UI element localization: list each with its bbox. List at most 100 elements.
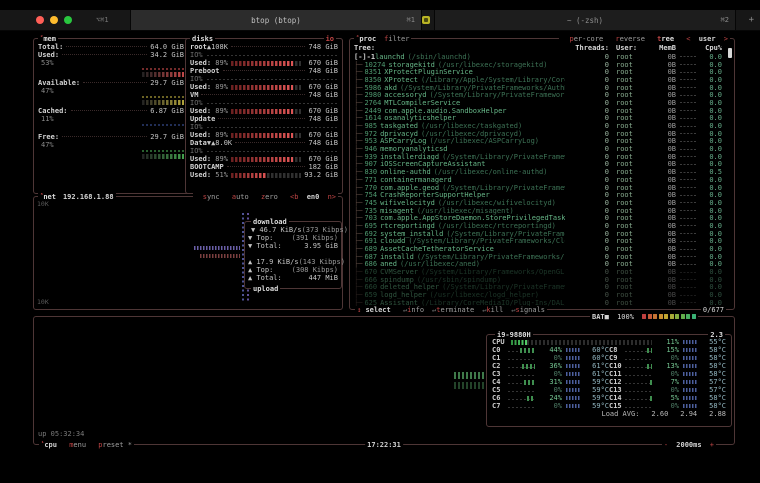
core-temp: 59°C [581,394,609,402]
process-row[interactable]: ├─ 10274storagekitd(/usr/libexec/storage… [354,61,731,69]
process-row[interactable]: ├─ 8351XProtectPluginService0root0B0.0 [354,68,731,76]
process-row[interactable]: ├─ 939installerdiagd(/System/Library/Pri… [354,153,731,161]
process-row[interactable]: ├─ 2980accessoryd(/System/Library/Privat… [354,91,731,99]
process-mem-graph [680,164,696,165]
proc-tree-toggle[interactable]: tree [657,35,674,43]
net-controls: sync auto zero <b en0 n> [193,193,338,201]
process-row[interactable]: ├─ 8350XProtect(/Library/Apple/System/Li… [354,76,731,84]
disk-name: VM [190,91,198,99]
proc-col-mem[interactable]: MemB [650,44,676,52]
process-row[interactable]: ├─ 686aned(/usr/libexec/aned)0root0B0.0 [354,261,731,269]
load-avg-15: 2.88 [709,410,726,418]
proc-action-terminate[interactable]: ↵terminate [432,306,474,314]
battery-meter [642,314,696,319]
process-row[interactable]: ├─ 754CrashReporterSupportHelper0root0B0… [354,191,731,199]
new-tab-button[interactable]: + [749,10,754,30]
load-avg-label: Load AVG: [601,410,639,418]
tab-shortcut: ⌘2 [721,16,729,24]
net-iface-prev-button[interactable]: <b [290,193,298,201]
leader-line [223,70,306,71]
process-row[interactable]: [-]-1 launchd(/sbin/launchd)0root0B0.0 [354,53,731,61]
net-iface-next-button[interactable]: n> [328,193,336,201]
process-row[interactable]: ├─ 670CVMServer(/System/Library/Framewor… [354,268,731,276]
upload-speed: ▲ 17.9 KiB/s [248,258,299,266]
process-row[interactable]: ├─ 1614osanalyticshelper0root0B0.0 [354,115,731,123]
proc-select-button[interactable]: select [365,306,390,314]
tab-activity-indicator [422,16,430,24]
process-mem-graph [680,102,696,103]
proc-action-kill[interactable]: ↵kill [482,306,503,314]
disks-io-toggle[interactable]: io [324,35,336,43]
core-temp: 60°C [581,346,609,354]
download-top-label: ▼ Top: [248,234,273,242]
core-label: C2 [492,362,508,370]
proc-col-user[interactable]: User: [609,44,650,52]
upload-total-label: ▲ Total: [248,274,282,282]
net-auto-button[interactable]: auto [232,193,249,201]
proc-sort-next-button[interactable]: > [724,35,728,43]
proc-sort-column: user [699,35,716,43]
upload-speed-bits: (143 Kibps) [299,258,345,266]
process-row[interactable]: ├─ 907iOSScreenCaptureAssistant0root0B0.… [354,161,731,169]
proc-panel: ⁴procfilter per-core reverse tree < user… [349,38,735,310]
mem-stat-label: Free: [38,133,59,141]
cpu-total-label: CPU [492,338,508,346]
menu-button[interactable]: menu [69,441,86,449]
net-panel-title[interactable]: ³net192.168.1.88 [38,193,116,201]
mem-stat-value: 34.2 GiB [150,51,184,59]
disk-io-row: IO% [190,99,338,107]
proc-filter-button[interactable]: filter [384,35,409,43]
core-cell: C50%59°C [492,386,609,394]
process-row[interactable]: ├─ 659logd_helper(/usr/libexec/logd_help… [354,291,731,299]
process-row[interactable]: ├─ 771containermanagerd0root0B0.0 [354,176,731,184]
process-row[interactable]: ├─ 660deleted_helper(/System/Library/Pri… [354,284,731,292]
zoom-window-button[interactable] [64,16,72,24]
proc-action-info[interactable]: ↵info [403,306,424,314]
proc-sort-prev-button[interactable]: < [686,35,690,43]
cpu-panel-toggle[interactable]: ¹cpu [41,441,57,449]
process-row[interactable]: ├─ 2449com.apple.audio.SandboxHelper0roo… [354,107,731,115]
core-row: C236%61°CC1013%58°C [492,362,726,370]
core-temp-graph [683,396,698,400]
mem-panel-title[interactable]: ²mem [38,35,58,43]
proc-action-signals[interactable]: ↵signals [511,306,545,314]
process-row[interactable]: ├─ 2764MTLCompilerService0root0B0.0 [354,99,731,107]
process-row[interactable]: ├─ 985taskgated(/usr/libexec/taskgated)0… [354,122,731,130]
process-row[interactable]: ├─ 687installd(/System/Library/PrivateFr… [354,253,731,261]
process-row[interactable]: ├─ 946memoryanalyticsd0root0B0.0 [354,145,731,153]
proc-col-cpu[interactable]: Cpu% [696,44,731,52]
refresh-decrease-button[interactable]: - [664,441,668,449]
process-row[interactable]: ├─ 703com.apple.AppStoreDaemon.StorePriv… [354,214,731,222]
process-row[interactable]: ├─ 953ASPCarryLog(/usr/libexec/ASPCarryL… [354,138,731,146]
process-row[interactable]: ├─ 692system_installd(/System/Library/Pr… [354,230,731,238]
proc-col-threads[interactable]: Threads: [565,44,609,52]
process-row[interactable]: ├─ 689AssetCacheTetheratorService0root0B… [354,245,731,253]
core-cell: C30%61°C [492,370,609,378]
net-zero-button[interactable]: zero [261,193,278,201]
process-row[interactable]: ├─ 972dprivacyd(/usr/libexec/dprivacyd)0… [354,130,731,138]
process-row[interactable]: ├─ 745wifivelocityd(/usr/libexec/wifivel… [354,199,731,207]
process-mem-graph [680,233,696,234]
process-row[interactable]: ├─ 770com.apple.geod(/System/Library/Pri… [354,184,731,192]
process-row[interactable]: ├─ 830online-authd(/usr/libexec/online-a… [354,168,731,176]
process-row[interactable]: ├─ 735misagent(/usr/libexec/misagent)0ro… [354,207,731,215]
close-window-button[interactable] [36,16,44,24]
preset-button[interactable]: preset * [98,441,132,449]
refresh-increase-button[interactable]: + [710,441,714,449]
disk-used-value: 670 GiB [308,107,338,115]
proc-col-tree[interactable]: Tree: [354,44,565,52]
disks-panel-title[interactable]: disks [190,35,215,43]
process-row[interactable]: ├─ 695rtcreportingd(/usr/libexec/rtcrepo… [354,222,731,230]
core-temp-graph [566,372,581,376]
process-row[interactable]: ├─ 691cloudd(/System/Library/PrivateFram… [354,238,731,246]
net-sync-button[interactable]: sync [203,193,220,201]
proc-reverse-toggle[interactable]: reverse [615,35,645,43]
core-label: C8 [609,346,625,354]
proc-panel-title[interactable]: ⁴procfilter [354,35,411,43]
minimize-window-button[interactable] [50,16,58,24]
tab-btop[interactable]: btop (btop) ⌘1 [130,10,422,30]
proc-percore-toggle[interactable]: per-core [569,35,603,43]
process-row[interactable]: ├─ 5986akd(/System/Library/PrivateFramew… [354,84,731,92]
tab-zsh[interactable]: ~ (-zsh) ⌘2 [434,10,736,30]
process-row[interactable]: ├─ 666spindump(/usr/sbin/spindump)0root0… [354,276,731,284]
